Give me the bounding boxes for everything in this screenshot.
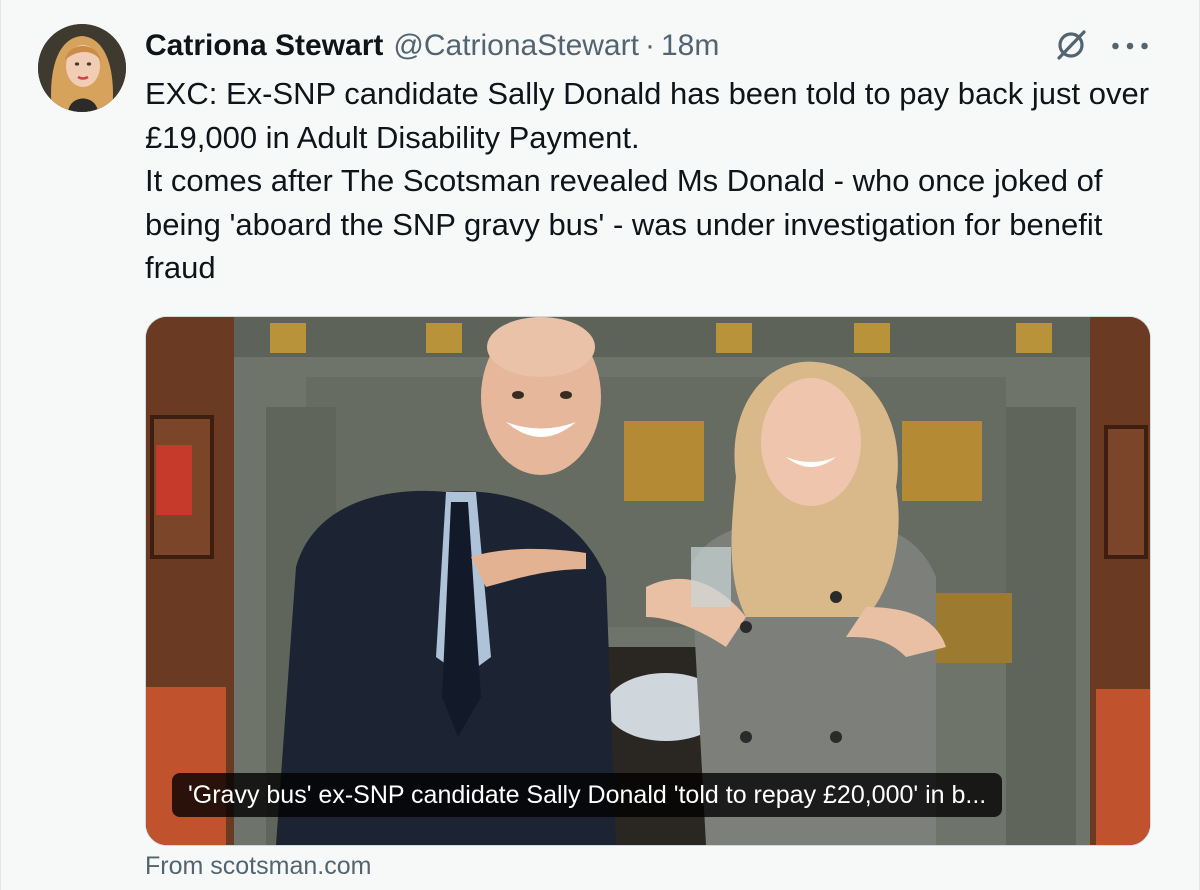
avatar-photo [38,24,126,112]
tweet-text-paragraph-2: It comes after The Scotsman revealed Ms … [145,163,1103,285]
author-handle[interactable]: @CatrionaStewart [393,29,639,63]
tweet-header: Catriona Stewart @CatrionaStewart · 18m [145,24,719,68]
card-source[interactable]: From scotsman.com [145,852,371,881]
tweet[interactable]: Catriona Stewart @CatrionaStewart · 18m … [0,0,1200,890]
separator-dot: · [644,29,655,62]
avatar[interactable] [38,24,126,112]
more-icon[interactable] [1108,28,1152,64]
frame-border-left [0,0,1,890]
card-caption[interactable]: 'Gravy bus' ex-SNP candidate Sally Donal… [172,773,1003,817]
grok-icon[interactable] [1052,26,1090,64]
author-name[interactable]: Catriona Stewart [145,29,383,63]
tweet-text-paragraph-1: EXC: Ex-SNP candidate Sally Donald has b… [145,76,1150,155]
timestamp[interactable]: 18m [661,29,719,63]
card-photo [146,317,1150,845]
tweet-text: EXC: Ex-SNP candidate Sally Donald has b… [145,72,1155,290]
link-card[interactable]: 'Gravy bus' ex-SNP candidate Sally Donal… [145,316,1151,846]
